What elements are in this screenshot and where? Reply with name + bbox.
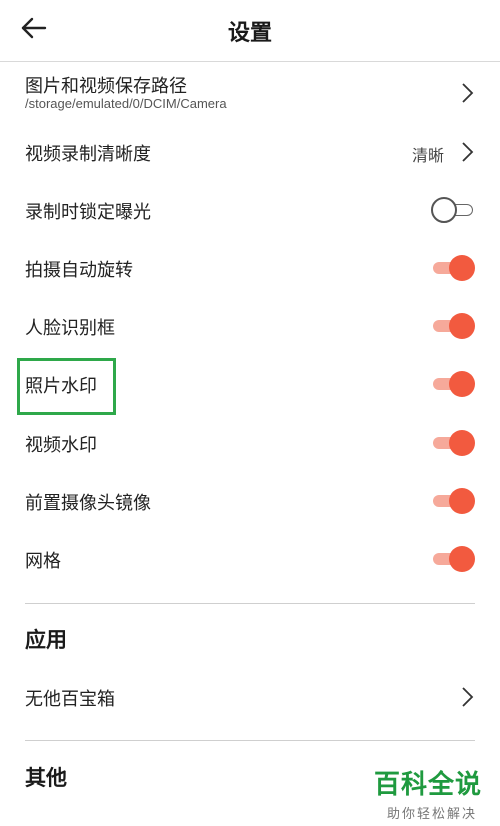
- toolbox-label: 无他百宝箱: [25, 689, 115, 710]
- grid-row: 网格: [0, 532, 500, 586]
- auto-rotate-row: 拍摄自动旋转: [0, 241, 500, 295]
- save-path-label: 图片和视频保存路径: [25, 76, 187, 97]
- front-mirror-row: 前置摄像头镜像: [0, 474, 500, 528]
- watermark-title: 百科全说: [374, 770, 483, 800]
- watermark-logo: 百科全说 助你轻松解决: [374, 764, 490, 822]
- save-path-row[interactable]: 图片和视频保存路径 /storage/emulated/0/DCIM/Camer…: [0, 63, 500, 123]
- watermark-subtitle: 助你轻松解决: [386, 807, 477, 822]
- grid-toggle[interactable]: [431, 545, 475, 573]
- top-bar: 设置: [0, 0, 500, 62]
- video-watermark-label: 视频水印: [25, 435, 97, 456]
- toolbox-row[interactable]: 无他百宝箱: [0, 670, 500, 724]
- grid-label: 网格: [25, 551, 61, 572]
- section-title-apps: 应用: [25, 628, 67, 652]
- video-quality-row[interactable]: 视频录制清晰度 清晰: [0, 126, 500, 178]
- divider: [25, 740, 475, 741]
- section-title-other: 其他: [25, 766, 67, 790]
- photo-watermark-toggle[interactable]: [431, 370, 475, 398]
- lock-exposure-row: 录制时锁定曝光: [0, 183, 500, 237]
- video-quality-label: 视频录制清晰度: [25, 144, 151, 165]
- video-quality-value: 清晰: [411, 146, 444, 165]
- face-frame-row: 人脸识别框: [0, 299, 500, 353]
- video-watermark-row: 视频水印: [0, 416, 500, 470]
- save-path-value: /storage/emulated/0/DCIM/Camera: [25, 96, 227, 111]
- divider: [25, 603, 475, 604]
- auto-rotate-toggle[interactable]: [431, 254, 475, 282]
- video-watermark-toggle[interactable]: [431, 429, 475, 457]
- chevron-right-icon: [460, 686, 474, 708]
- auto-rotate-label: 拍摄自动旋转: [25, 260, 133, 281]
- face-frame-toggle[interactable]: [431, 312, 475, 340]
- chevron-right-icon: [460, 82, 474, 104]
- lock-exposure-toggle[interactable]: [431, 196, 475, 224]
- lock-exposure-label: 录制时锁定曝光: [25, 202, 151, 223]
- page-title: 设置: [227, 21, 272, 46]
- face-frame-label: 人脸识别框: [25, 318, 115, 339]
- chevron-right-icon: [460, 141, 474, 163]
- front-mirror-toggle[interactable]: [431, 487, 475, 515]
- front-mirror-label: 前置摄像头镜像: [25, 493, 151, 514]
- highlight-box: [17, 358, 116, 415]
